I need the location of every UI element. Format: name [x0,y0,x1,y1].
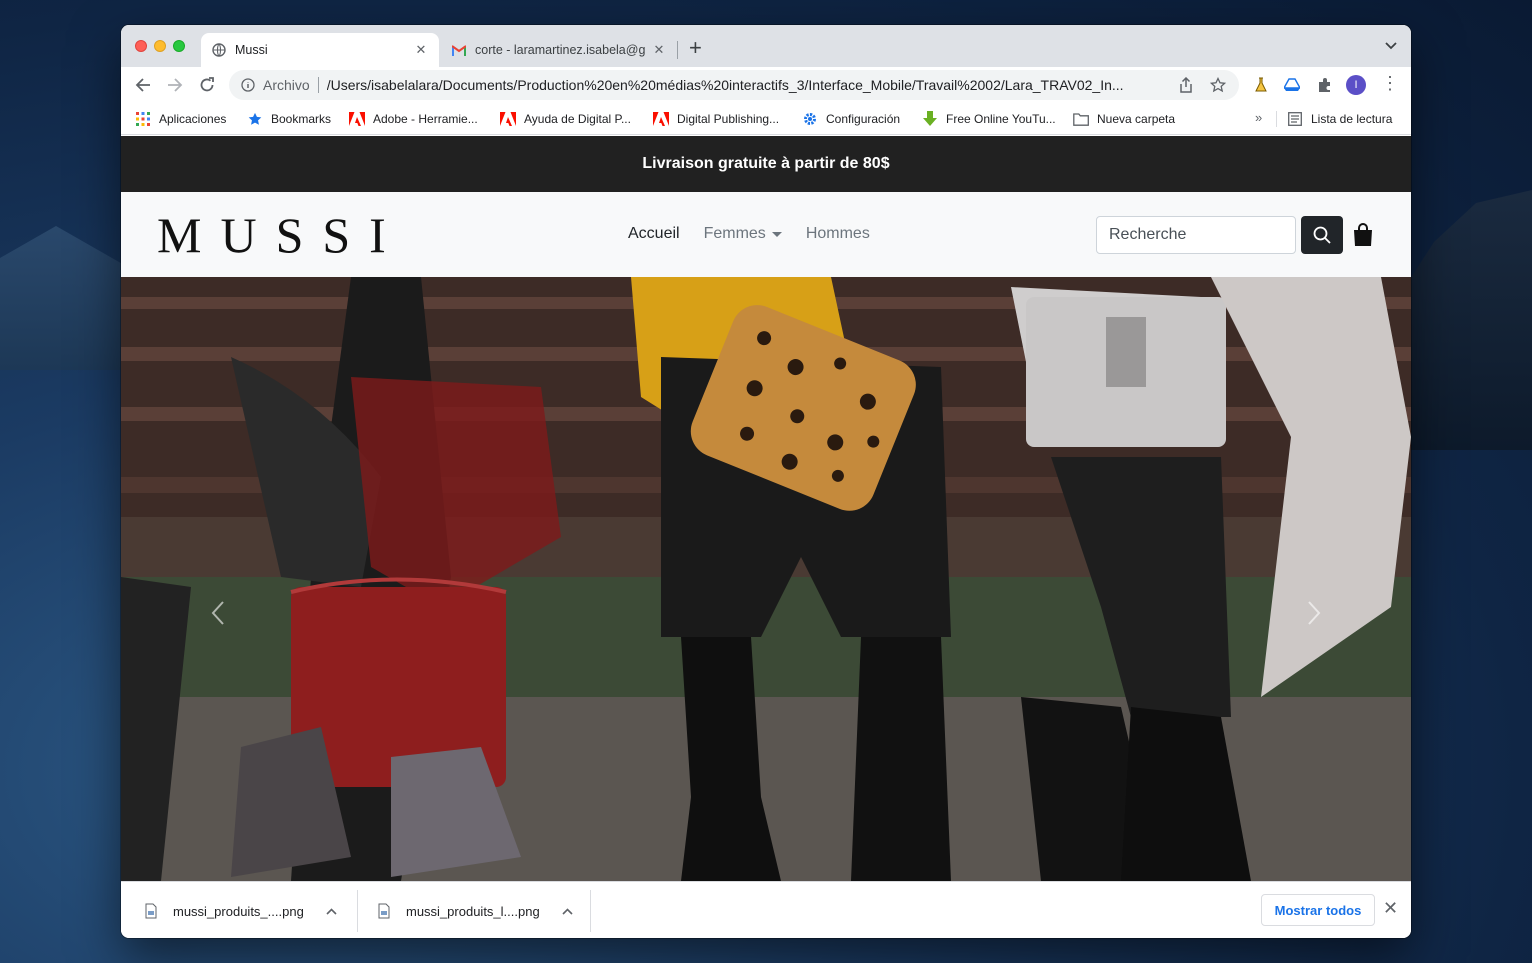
bookmark-digital-publishing[interactable]: Digital Publishing... [653,109,779,129]
nav-link-accueil[interactable]: Accueil [628,225,680,243]
close-window-button[interactable] [135,40,147,52]
tab-title: Mussi [235,43,268,57]
site-navbar: MUSSI Accueil Femmes Hommes [121,192,1411,277]
minimize-window-button[interactable] [154,40,166,52]
bookmark-label: Adobe - Herramie... [373,112,478,126]
bookmark-free-youtube[interactable]: Free Online YouTu... [922,109,1056,129]
url-scheme-label: Archivo [263,77,310,93]
adobe-icon [500,111,516,127]
chevron-up-icon[interactable] [562,904,573,918]
download-separator [357,890,358,932]
bookmark-label: Ayuda de Digital P... [524,112,631,126]
bookmark-label: Digital Publishing... [677,112,780,126]
tab-title: corte - laramartinez.isabela@g [475,43,646,57]
shopping-bag-icon[interactable] [1351,222,1375,248]
file-image-icon [376,902,392,920]
zoom-window-button[interactable] [173,40,185,52]
bookmark-label: Configuración [826,112,901,126]
adobe-icon [653,111,669,127]
flask-extension-icon[interactable] [1250,74,1272,96]
nav-link-label: Accueil [628,225,680,242]
desktop-mountain [0,226,140,370]
bookmark-adobe-herramientas[interactable]: Adobe - Herramie... [349,109,478,129]
bookmarks-divider [1276,111,1277,127]
bookmark-label: Bookmarks [271,112,332,126]
gear-icon [802,111,818,127]
star-icon [247,111,263,127]
bookmark-label: Nueva carpeta [1097,112,1176,126]
back-arrow-icon[interactable] [131,73,155,97]
download-arrow-icon [922,111,938,127]
forward-arrow-icon[interactable] [163,73,187,97]
bookmarks-bar: Aplicaciones Bookmarks Adobe - Herramie.… [121,103,1411,135]
search-input[interactable] [1096,216,1296,254]
carousel-next-chevron-icon[interactable] [1299,593,1329,633]
gmail-icon [451,42,467,58]
tab-close-icon[interactable]: ✕ [413,42,429,58]
tab-strip: Mussi ✕ corte - laramartinez.isabela@g ✕… [121,25,1411,67]
tab-gmail[interactable]: corte - laramartinez.isabela@g ✕ [441,33,677,67]
bookmark-configuracion[interactable]: Configuración [802,109,900,129]
hero-image [121,277,1411,881]
browser-window: Mussi ✕ corte - laramartinez.isabela@g ✕… [121,25,1411,938]
search-button[interactable] [1301,216,1343,254]
reading-list-label: Lista de lectura [1311,112,1393,126]
apps-grid-icon [135,111,151,127]
show-all-downloads-button[interactable]: Mostrar todos [1261,894,1375,926]
bookmark-label: Free Online YouTu... [946,112,1056,126]
download-item[interactable]: mussi_produits_....png [143,890,337,932]
profile-avatar[interactable]: I [1346,75,1366,95]
nav-link-label: Hommes [805,225,870,242]
bookmark-bookmarks[interactable]: Bookmarks [247,109,331,129]
chevron-up-icon[interactable] [326,904,337,918]
web-page: Livraison gratuite à partir de 80$ MUSSI… [121,136,1411,881]
download-separator [590,890,591,932]
tab-separator [677,41,678,59]
drive-extension-icon[interactable] [1281,74,1303,96]
reading-list-icon [1287,111,1303,127]
adobe-icon [349,111,365,127]
tab-search-chevron-icon[interactable] [1385,39,1397,53]
more-menu-icon[interactable]: ⋮ [1381,73,1399,94]
search-icon [1313,226,1331,244]
nav-dropdown-femmes[interactable]: Femmes [704,225,782,243]
bookmark-nueva-carpeta[interactable]: Nueva carpeta [1073,109,1175,129]
tab-mussi[interactable]: Mussi ✕ [201,33,439,67]
download-item[interactable]: mussi_produits_l....png [376,890,573,932]
desktop-rock [1392,190,1532,450]
reading-list-button[interactable]: Lista de lectura [1287,109,1392,129]
info-icon[interactable] [239,76,257,94]
bookmarks-overflow-icon[interactable]: » [1255,110,1262,125]
close-icon[interactable]: ✕ [1383,898,1398,919]
download-shelf: mussi_produits_....png mussi_produits_l.… [121,881,1411,938]
browser-toolbar: Archivo /Users/isabelalara/Documents/Pro… [121,67,1411,103]
folder-icon [1073,111,1089,127]
caret-down-icon [771,231,782,237]
main-nav: Accueil Femmes Hommes [628,225,894,243]
hero-carousel [121,277,1411,881]
download-filename: mussi_produits_....png [173,903,304,919]
file-image-icon [143,902,159,920]
puzzle-extensions-icon[interactable] [1314,74,1336,96]
brand-logo[interactable]: MUSSI [157,210,405,260]
promo-banner: Livraison gratuite à partir de 80$ [121,136,1411,192]
bookmark-ayuda-digital[interactable]: Ayuda de Digital P... [500,109,631,129]
bookmark-label: Aplicaciones [159,112,227,126]
address-bar[interactable]: Archivo /Users/isabelalara/Documents/Pro… [229,70,1239,100]
tab-close-icon[interactable]: ✕ [651,42,667,58]
share-icon[interactable] [1175,74,1197,96]
reload-icon[interactable] [195,73,219,97]
download-filename: mussi_produits_l....png [406,903,540,919]
globe-icon [211,42,227,58]
nav-link-hommes[interactable]: Hommes [806,225,870,243]
new-tab-button[interactable]: + [689,37,702,59]
bookmark-apps[interactable]: Aplicaciones [135,109,226,129]
nav-link-label: Femmes [703,225,766,242]
carousel-prev-chevron-icon[interactable] [203,593,233,633]
url-separator [317,77,319,93]
bookmark-star-icon[interactable] [1207,74,1229,96]
url-text[interactable]: /Users/isabelalara/Documents/Production%… [327,77,1165,93]
